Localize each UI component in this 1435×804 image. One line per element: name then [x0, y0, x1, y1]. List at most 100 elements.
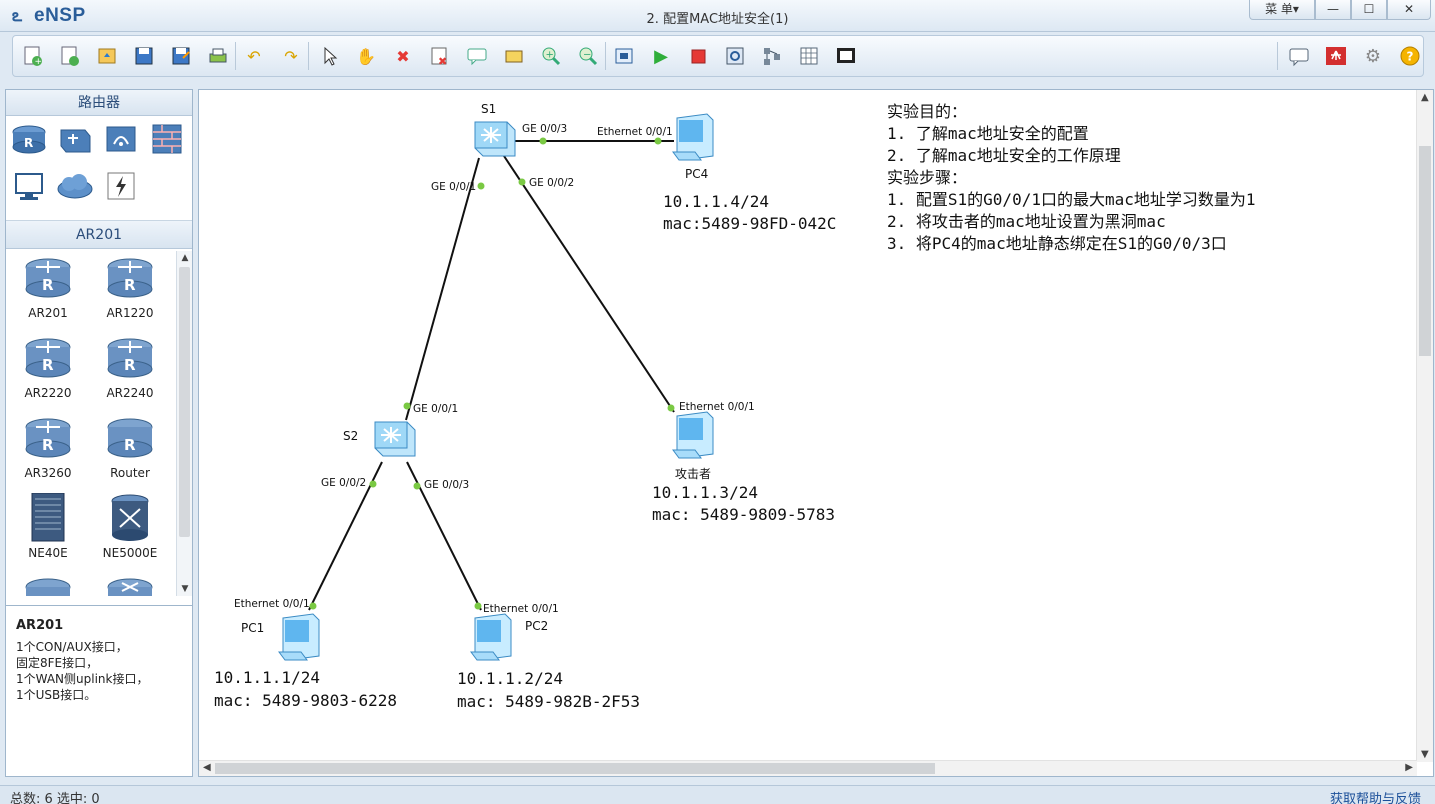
svg-text:?: ? [1407, 50, 1414, 64]
scroll-up-icon[interactable]: ▲ [177, 253, 193, 263]
svg-text:+: + [546, 50, 554, 61]
device-ar3260[interactable]: R AR3260 [6, 413, 90, 487]
message-icon[interactable] [1287, 44, 1311, 68]
device-partial[interactable] [88, 573, 172, 596]
device-label: AR2220 [24, 386, 72, 400]
help-feedback-link[interactable]: 获取帮助与反馈 [1330, 788, 1421, 804]
pc4-mac: mac:5489-98FD-042C [663, 214, 837, 233]
scroll-left-icon[interactable]: ◀ [203, 762, 211, 773]
cloud-category-icon[interactable] [56, 170, 94, 204]
save-as-icon[interactable] [169, 44, 193, 68]
start-icon[interactable]: ▶ [649, 44, 673, 68]
huawei-icon[interactable] [1324, 44, 1348, 68]
open-icon[interactable] [95, 44, 119, 68]
canvas-vertical-scrollbar[interactable]: ▲ ▼ [1416, 90, 1433, 762]
select-icon[interactable] [317, 44, 341, 68]
grid-icon[interactable] [797, 44, 821, 68]
delete-link-icon[interactable]: ✖ [428, 44, 452, 68]
label-pc1: PC1 [241, 621, 264, 635]
connection-category-icon[interactable] [102, 170, 140, 204]
svg-text:−: − [583, 50, 591, 61]
device-info-title: AR201 [16, 618, 64, 633]
device-router[interactable]: R Router [88, 413, 172, 487]
svg-text:R: R [24, 136, 33, 150]
scroll-down-icon[interactable]: ▼ [1421, 749, 1429, 760]
label-s1: S1 [481, 102, 496, 116]
router-category-icon[interactable]: R [10, 122, 48, 156]
pc-category-icon[interactable] [10, 170, 48, 204]
save-icon[interactable] [132, 44, 156, 68]
device-ne40e[interactable]: NE40E [6, 493, 90, 567]
pc2-mac: mac: 5489-982B-2F53 [457, 692, 641, 711]
pc1-icon [278, 613, 320, 661]
undo-icon[interactable]: ↶ [242, 44, 266, 68]
scroll-right-icon[interactable]: ▶ [1405, 762, 1413, 773]
status-bar: 总数: 6 选中: 0 获取帮助与反馈 [0, 785, 1435, 804]
device-ar2220[interactable]: R AR2220 [6, 333, 90, 407]
stop-icon[interactable] [686, 44, 710, 68]
text-note-icon[interactable] [465, 44, 489, 68]
zoom-out-icon[interactable]: − [576, 44, 600, 68]
canvas-horizontal-scrollbar[interactable]: ◀ ▶ [199, 760, 1417, 776]
note-text-line[interactable]: 实验目的： [887, 101, 967, 123]
switch-s2-icon [374, 421, 416, 457]
settings-icon[interactable]: ⚙ [1361, 44, 1385, 68]
new-device-icon[interactable] [58, 44, 82, 68]
device-label: AR201 [28, 306, 68, 320]
device-list-scrollbar[interactable]: ▲ ▼ [176, 251, 192, 596]
device-ar1220[interactable]: R AR1220 [88, 253, 172, 327]
zoom-in-icon[interactable]: + [539, 44, 563, 68]
device-label: AR1220 [106, 306, 154, 320]
note-text-line[interactable]: 2. 了解mac地址安全的工作原理 [887, 145, 1121, 167]
device-ne5000e[interactable]: NE5000E [88, 493, 172, 567]
maximize-button[interactable]: ☐ [1351, 0, 1387, 20]
scroll-down-icon[interactable]: ▼ [177, 584, 193, 594]
delete-icon[interactable]: ✖ [391, 44, 415, 68]
scrollbar-thumb[interactable] [215, 763, 935, 774]
pan-icon[interactable]: ✋ [354, 44, 378, 68]
port-dot [309, 602, 317, 610]
wireless-category-icon[interactable] [102, 122, 140, 156]
pc2-icon [470, 613, 512, 661]
capture-icon[interactable] [723, 44, 747, 68]
category-header: 路由器 [6, 90, 192, 116]
note-text-line[interactable]: 3. 将PC4的mac地址静态绑定在S1的G0/0/3口 [887, 233, 1227, 255]
help-icon[interactable]: ? [1398, 44, 1422, 68]
device-ar201[interactable]: R AR201 [6, 253, 90, 327]
switch-category-icon[interactable] [56, 122, 94, 156]
svg-text:+: + [35, 57, 43, 67]
label-attacker: 攻击者 [675, 467, 711, 481]
svg-text:R: R [124, 356, 136, 374]
scroll-up-icon[interactable]: ▲ [1421, 92, 1429, 103]
status-count: 总数: 6 选中: 0 [10, 792, 100, 804]
pc1-ip: 10.1.1.1/24 [214, 668, 320, 687]
device-info: AR201 1个CON/AUX接口， 固定8FE接口， 1个WAN侧uplink… [6, 605, 192, 776]
scrollbar-thumb[interactable] [179, 267, 190, 537]
new-topology-icon[interactable]: + [21, 44, 45, 68]
minimize-button[interactable]: — [1315, 0, 1351, 20]
label-pc4: PC4 [685, 167, 708, 181]
pc4-icon [672, 113, 714, 161]
redo-icon[interactable]: ↷ [279, 44, 303, 68]
device-partial[interactable] [6, 573, 90, 596]
device-info-line: 1个CON/AUX接口， [16, 640, 128, 654]
rectangle-icon[interactable] [502, 44, 526, 68]
fit-icon[interactable] [612, 44, 636, 68]
pc1-mac: mac: 5489-9803-6228 [214, 691, 398, 710]
note-text-line[interactable]: 1. 了解mac地址安全的配置 [887, 123, 1089, 145]
screenshot-icon[interactable] [834, 44, 858, 68]
scrollbar-thumb[interactable] [1419, 146, 1431, 356]
menu-button[interactable]: 菜 单▾ [1249, 0, 1315, 20]
attacker-ip: 10.1.1.3/24 [652, 483, 758, 502]
print-icon[interactable] [206, 44, 230, 68]
topology-icon[interactable] [760, 44, 784, 68]
note-text-line[interactable]: 1. 配置S1的G0/0/1口的最大mac地址学习数量为1 [887, 189, 1256, 211]
topology-canvas[interactable]: S1 S2 PC4 攻击者 PC1 PC2 GE 0/0/3 Ethernet … [198, 89, 1434, 777]
firewall-category-icon[interactable] [148, 122, 186, 156]
close-button[interactable]: ✕ [1387, 0, 1431, 20]
device-ar2240[interactable]: R AR2240 [88, 333, 172, 407]
note-text-line[interactable]: 实验步骤： [887, 167, 967, 189]
note-text-line[interactable]: 2. 将攻击者的mac地址设置为黑洞mac [887, 211, 1166, 233]
device-label: Router [110, 466, 150, 480]
toolbar: + ↶ ↷ ✋ ✖ ✖ + − ▶ ⚙ ? [12, 35, 1424, 77]
